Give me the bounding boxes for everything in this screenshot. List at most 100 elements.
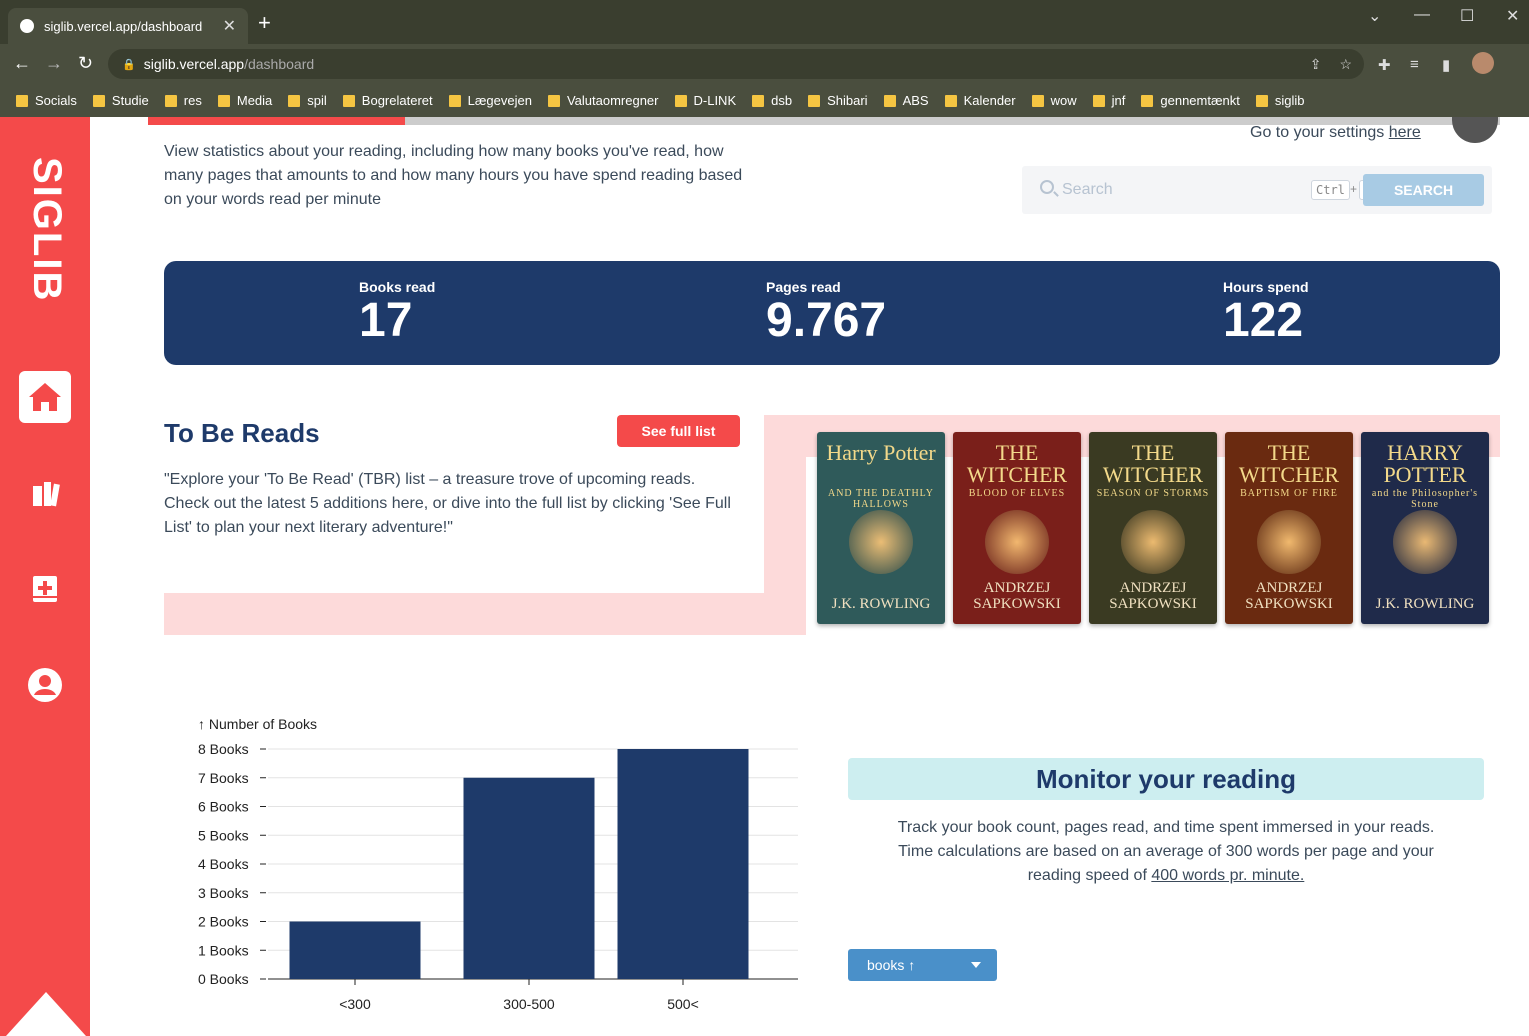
search-button[interactable]: SEARCH <box>1363 174 1484 206</box>
folder-icon <box>448 94 461 107</box>
bookmark-item[interactable]: Kalender <box>944 93 1016 108</box>
bookmark-item[interactable]: gennemtænkt <box>1141 93 1240 108</box>
url-field[interactable]: 🔒 siglib.vercel.app/dashboard ⇪ ☆ <box>108 49 1364 79</box>
folder-icon <box>808 94 821 107</box>
minimize-icon[interactable]: — <box>1414 6 1430 24</box>
new-tab-icon[interactable]: + <box>258 12 271 34</box>
url-path: /dashboard <box>244 56 315 72</box>
bookmark-item[interactable]: Lægevejen <box>448 93 532 108</box>
stat-hours-label: Hours spend <box>1223 279 1309 295</box>
bookmark-item[interactable]: Shibari <box>808 93 868 108</box>
bookmark-item[interactable]: dsb <box>752 93 792 108</box>
back-icon[interactable]: ← <box>13 53 31 74</box>
book-cover[interactable]: Harry Potter AND THE DEATHLY HALLOWS J.K. … <box>817 432 945 624</box>
books-icon <box>33 482 60 507</box>
cover-author: J.K. ROWLING <box>1375 596 1475 612</box>
home-icon <box>29 383 61 411</box>
library-nav-button[interactable] <box>27 475 63 511</box>
bookmark-item[interactable]: Bogrelateret <box>342 93 433 108</box>
close-tab-icon[interactable]: ✕ <box>223 16 236 36</box>
cover-author: ANDRZEJ SAPKOWSKI <box>973 580 1061 612</box>
tbr-covers: Harry Potter AND THE DEATHLY HALLOWS J.K. … <box>817 432 1489 624</box>
bookmark-item[interactable]: Studie <box>92 93 149 108</box>
search-bar: Ctrl + K SEARCH <box>1022 166 1492 214</box>
cover-art <box>1257 510 1321 574</box>
forward-icon[interactable]: → <box>45 53 63 74</box>
cover-title: THE WITCHER <box>966 440 1068 487</box>
bookmark-label: Media <box>236 93 273 108</box>
bookmark-label: Socials <box>35 93 77 108</box>
stat-books: Books read 17 <box>359 279 435 347</box>
share-icon[interactable]: ⇪ <box>1310 56 1322 73</box>
bookmark-label: Shibari <box>827 93 868 108</box>
maximize-icon[interactable]: ☐ <box>1460 6 1474 26</box>
shortcut-ctrl: Ctrl <box>1311 180 1350 200</box>
monitor-title: Monitor your reading <box>848 758 1484 800</box>
chart-y-label: ↑ Number of Books <box>198 716 317 732</box>
tbr-backdrop-bottom <box>164 593 806 635</box>
book-cover[interactable]: THE WITCHER BAPTISM OF FIRE ANDRZEJ SAPKOW… <box>1225 432 1353 624</box>
book-cover[interactable]: HARRY POTTER and the Philosopher's Stone J… <box>1361 432 1489 624</box>
extensions-icon[interactable]: ✚ <box>1378 56 1391 74</box>
scroll-top-shape <box>6 992 86 1036</box>
bookmark-item[interactable]: Valutaomregner <box>547 93 659 108</box>
folder-icon <box>674 94 687 107</box>
chart-y-tick-label: 5 Books <box>198 827 249 843</box>
url-host: siglib.vercel.app <box>143 56 245 72</box>
bookmark-item[interactable]: wow <box>1031 93 1077 108</box>
bookmarks-bar: Socials Studie res Media spil Bogrelateret Læg… <box>0 84 1529 117</box>
side-panel-icon[interactable]: ▮ <box>1442 56 1450 74</box>
tab-search-icon[interactable]: ⌄ <box>1368 6 1381 26</box>
bookmark-label: jnf <box>1111 93 1126 108</box>
profile-picture[interactable] <box>1452 117 1498 143</box>
cover-author: ANDRZEJ SAPKOWSKI <box>1109 580 1197 612</box>
bookmark-item[interactable]: D-LINK <box>674 93 736 108</box>
chart-y-tick-label: 0 Books <box>198 971 249 987</box>
see-full-list-button[interactable]: See full list <box>617 415 740 447</box>
chart-bar <box>617 749 749 979</box>
bookmark-star-icon[interactable]: ☆ <box>1339 56 1352 73</box>
bookmark-label: Studie <box>111 93 149 108</box>
bookmark-item[interactable]: ABS <box>883 93 929 108</box>
book-cover[interactable]: THE WITCHER SEASON OF STORMS ANDRZEJ SAPKO… <box>1089 432 1217 624</box>
cover-title: HARRY POTTER <box>1383 440 1467 487</box>
bookmark-item[interactable]: Socials <box>16 93 77 108</box>
stat-pages-value: 9.767 <box>766 294 887 347</box>
media-icon[interactable]: ≡ <box>1410 56 1419 73</box>
chart-x-tick-label: <300 <box>339 996 371 1012</box>
close-window-icon[interactable]: ✕ <box>1506 6 1519 26</box>
folder-icon <box>547 94 560 107</box>
folder-icon <box>752 94 765 107</box>
chart-y-tick-label: 1 Books <box>198 942 249 958</box>
cover-title: THE WITCHER <box>1238 440 1340 487</box>
reload-icon[interactable]: ↻ <box>78 53 93 74</box>
sort-select[interactable]: books ↑ <box>848 949 997 981</box>
folder-icon <box>883 94 896 107</box>
intro-text: View statistics about your reading, incl… <box>164 143 743 208</box>
chart-x-tick-label: 300-500 <box>503 996 555 1012</box>
folder-icon <box>217 94 230 107</box>
profile-avatar[interactable] <box>1472 52 1494 74</box>
brand-logo[interactable]: SIGLIB <box>24 157 69 302</box>
shortcut-plus: + <box>1350 182 1358 196</box>
bookmark-item[interactable]: spil <box>288 93 327 108</box>
cover-title: THE WITCHER <box>1102 440 1204 487</box>
settings-link[interactable]: here <box>1389 124 1421 141</box>
bookmark-label: ABS <box>902 93 929 108</box>
bookmark-item[interactable]: res <box>164 93 202 108</box>
browser-tab[interactable]: siglib.vercel.app/dashboard ✕ <box>8 8 248 44</box>
folder-icon <box>1141 94 1154 107</box>
cover-art <box>849 510 913 574</box>
reading-speed-link[interactable]: 400 words pr. minute. <box>1151 867 1304 884</box>
cover-subtitle: AND THE DEATHLY HALLOWS <box>827 488 935 510</box>
add-book-nav-button[interactable] <box>27 571 63 607</box>
bookmark-item[interactable]: siglib <box>1255 93 1305 108</box>
home-nav-button[interactable] <box>19 371 71 423</box>
bookmark-item[interactable]: Media <box>217 93 273 108</box>
sidebar: SIGLIB <box>0 117 90 1036</box>
bookmark-item[interactable]: jnf <box>1092 93 1126 108</box>
book-cover[interactable]: THE WITCHER BLOOD OF ELVES ANDRZEJ SAPKOWS… <box>953 432 1081 624</box>
chart-bar <box>289 921 421 979</box>
profile-nav-button[interactable] <box>27 667 63 703</box>
search-input[interactable] <box>1062 178 1302 202</box>
